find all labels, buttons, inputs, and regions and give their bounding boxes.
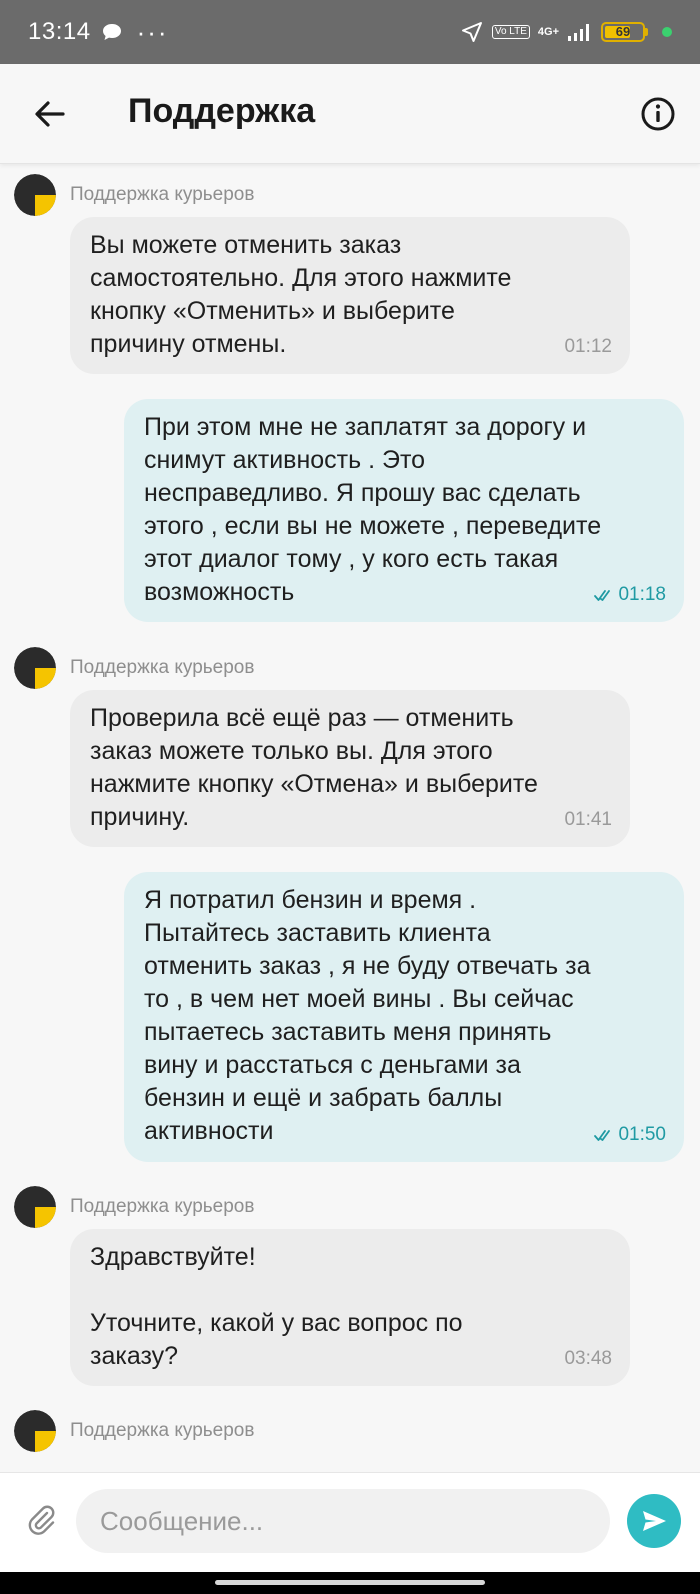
message-time-label: 01:41 — [564, 809, 612, 830]
info-button[interactable] — [638, 94, 678, 134]
sender-row: Поддержка курьеров — [14, 1410, 254, 1452]
arrow-left-icon — [35, 101, 65, 127]
volte-icon: Vo LTE — [491, 25, 530, 39]
message-time-label: 01:18 — [618, 584, 666, 605]
info-icon — [641, 97, 675, 131]
sender-row: Поддержка курьеров — [14, 174, 254, 216]
navigation-arrow-icon — [461, 22, 482, 42]
sender-row: Поддержка курьеров — [14, 1186, 254, 1228]
avatar — [14, 647, 56, 689]
message-bubble-incoming[interactable]: Вы можете отменить заказ самостоятельно.… — [70, 217, 630, 374]
avatar — [14, 1410, 56, 1452]
network-type: 4G+ — [537, 26, 559, 38]
message-time-label: 01:50 — [618, 1124, 666, 1145]
back-button[interactable] — [30, 94, 70, 134]
battery-tip — [645, 28, 648, 36]
message-time: 01:41 — [564, 809, 612, 831]
page-title: Поддержка — [128, 92, 316, 130]
more-dots-icon: ··· — [136, 17, 169, 47]
message-input[interactable] — [76, 1489, 610, 1553]
privacy-indicator-dot — [662, 27, 672, 37]
attach-button[interactable] — [22, 1501, 62, 1541]
send-icon — [643, 1511, 666, 1531]
send-button[interactable] — [627, 1494, 681, 1548]
double-check-icon — [594, 1130, 611, 1141]
chat-history[interactable]: Поддержка курьеров Вы можете отменить за… — [0, 165, 700, 1472]
battery-icon: 69 — [601, 22, 645, 42]
message-time-label: 01:12 — [564, 336, 612, 357]
message-text: Здравствуйте! Уточните, какой у вас вопр… — [90, 1243, 463, 1370]
message-time-label: 03:48 — [564, 1348, 612, 1369]
status-icons: Vo LTE 4G+ 69 — [460, 20, 672, 44]
message-time: 03:48 — [564, 1348, 612, 1370]
message-time: 01:12 — [564, 336, 612, 358]
message-composer — [0, 1472, 700, 1572]
message-text: Я потратил бензин и время . Пытайтесь за… — [144, 886, 591, 1145]
message-text: При этом мне не заплатят за дорогу и сни… — [144, 413, 602, 606]
message-time: 01:18 — [594, 584, 666, 606]
sender-row: Поддержка курьеров — [14, 647, 254, 689]
double-check-icon — [594, 590, 611, 601]
home-gesture-handle[interactable] — [215, 1580, 485, 1585]
battery-level: 69 — [615, 24, 631, 39]
avatar — [14, 174, 56, 216]
sender-name: Поддержка курьеров — [70, 657, 255, 678]
system-nav-bar — [0, 1572, 700, 1594]
message-bubble-outgoing[interactable]: Я потратил бензин и время . Пытайтесь за… — [124, 872, 684, 1162]
message-time: 01:50 — [594, 1124, 666, 1146]
signal-icon — [568, 24, 589, 41]
chat-bubble-icon — [102, 24, 121, 40]
status-bar: 13:14 ··· Vo LTE 4G+ 69 — [0, 0, 700, 64]
message-bubble-incoming[interactable]: Здравствуйте! Уточните, какой у вас вопр… — [70, 1229, 630, 1386]
message-bubble-outgoing[interactable]: При этом мне не заплатят за дорогу и сни… — [124, 399, 684, 622]
app-bar: Поддержка — [0, 64, 700, 164]
sender-name: Поддержка курьеров — [70, 1196, 255, 1217]
paperclip-icon — [28, 1505, 55, 1535]
avatar — [14, 1186, 56, 1228]
message-bubble-incoming[interactable]: Проверила всё ещё раз — отменить заказ м… — [70, 690, 630, 847]
message-text: Вы можете отменить заказ самостоятельно.… — [90, 231, 512, 358]
sender-name: Поддержка курьеров — [70, 1420, 255, 1441]
status-time: 13:14 — [28, 18, 91, 45]
message-text: Проверила всё ещё раз — отменить заказ м… — [90, 704, 538, 831]
sender-name: Поддержка курьеров — [70, 184, 255, 205]
